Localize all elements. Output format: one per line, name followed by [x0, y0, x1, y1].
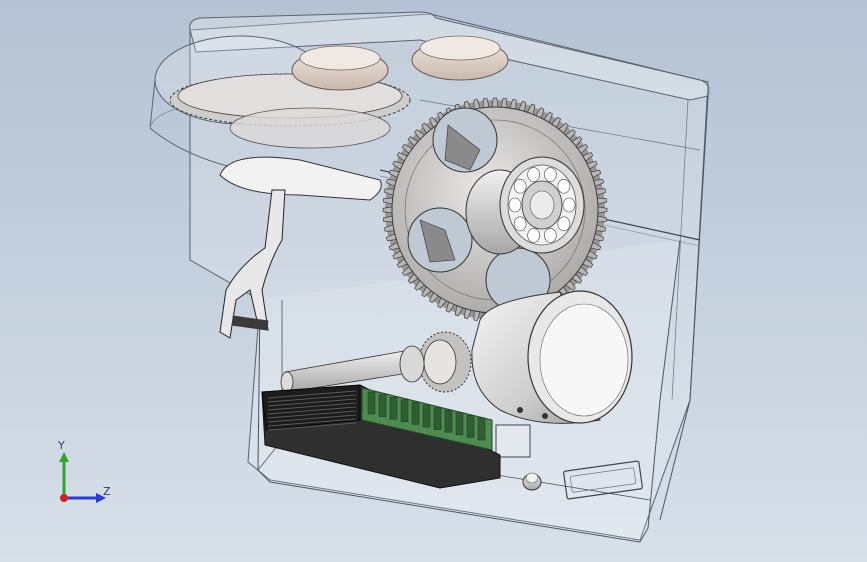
terminal-screw [433, 407, 442, 430]
terminal-screw [400, 399, 409, 423]
terminal-screw [422, 404, 431, 428]
y-axis-label: Y [58, 439, 65, 452]
z-axis-label: Z [103, 485, 111, 498]
terminal-screw [389, 396, 398, 420]
bearing-ball [557, 216, 571, 232]
terminal-screw [378, 394, 387, 417]
terminal-screw [367, 391, 376, 415]
terminal-screw [477, 417, 486, 441]
gearbox-assembly-model[interactable] [0, 0, 867, 562]
triad-origin [60, 494, 68, 502]
bearing-ball [544, 228, 557, 243]
bearing-ball [527, 228, 540, 243]
bearing-ball [544, 167, 557, 182]
bearing-ball [513, 178, 527, 194]
triad-axes-graphic [59, 452, 106, 503]
terminal-screw [466, 415, 475, 438]
bearing-ball [557, 178, 571, 194]
y-axis-arrowhead [59, 452, 69, 462]
bearing-ball [527, 167, 540, 182]
terminal-screw [444, 409, 453, 433]
terminal-screw [455, 412, 464, 436]
terminal-screw [411, 402, 420, 425]
bearing-ball [562, 197, 576, 213]
bearing-ball [508, 197, 522, 213]
cad-viewport[interactable]: Y Z [0, 0, 867, 562]
bearing-ball [513, 216, 527, 232]
motor [471, 290, 633, 424]
coordinate-triad: Y Z [44, 436, 124, 516]
